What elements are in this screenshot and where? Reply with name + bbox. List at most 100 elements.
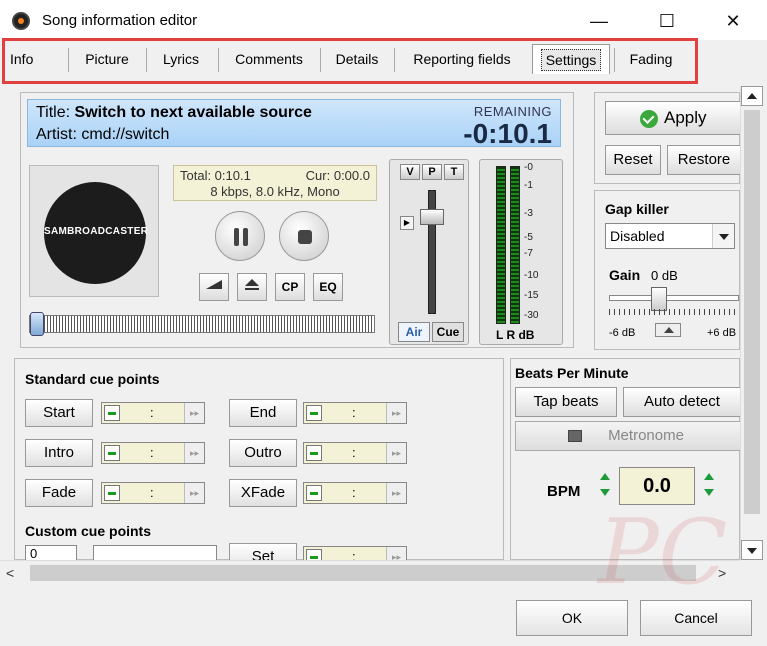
tap-beats-button[interactable]: Tap beats — [515, 387, 617, 417]
custom-cue-field[interactable]: : — [303, 546, 407, 560]
cue-end-field[interactable]: : — [303, 402, 407, 424]
go-to-cue-icon[interactable] — [386, 403, 406, 423]
scroll-right-icon[interactable]: > — [718, 565, 726, 581]
cue-outro-field[interactable]: : — [303, 442, 407, 464]
auto-detect-button[interactable]: Auto detect — [623, 387, 740, 417]
custom-cue-select[interactable]: 0 — [25, 545, 77, 560]
stop-icon — [298, 230, 312, 244]
meter-tick: -0 — [524, 162, 533, 173]
scroll-left-icon[interactable]: < — [6, 565, 14, 581]
cue-led-icon — [104, 485, 120, 501]
current-time: Cur: 0:00.0 — [305, 168, 370, 183]
scroll-up-icon[interactable] — [741, 86, 763, 106]
gain-slider-thumb[interactable] — [651, 287, 667, 311]
volume-panel: V P T ▶ Air Cue — [389, 159, 469, 345]
fade-button[interactable] — [199, 273, 229, 301]
sam-broadcaster-icon — [12, 12, 30, 30]
chevron-down-icon[interactable] — [712, 224, 734, 248]
cue-end-button[interactable]: End — [229, 399, 297, 427]
tab-info[interactable]: Info — [4, 44, 64, 74]
cue-fade-field[interactable]: : — [101, 482, 205, 504]
go-to-cue-icon[interactable] — [184, 483, 204, 503]
metronome-button[interactable]: Metronome — [515, 421, 740, 451]
bpm-spin-icon[interactable] — [703, 473, 715, 499]
seek-thumb[interactable] — [30, 312, 44, 336]
equalizer-button[interactable]: EQ — [313, 273, 343, 301]
horizontal-scrollbar[interactable]: < > — [0, 560, 740, 584]
bpm-spin-icon[interactable] — [599, 473, 611, 499]
custom-cue-set-button[interactable]: Set — [229, 543, 297, 560]
go-to-cue-icon[interactable] — [386, 547, 406, 560]
cue-intro-button[interactable]: Intro — [25, 439, 93, 467]
meter-tick: -15 — [524, 290, 539, 301]
vertical-scroll-thumb[interactable] — [744, 110, 760, 514]
cue-start-field[interactable]: : — [101, 402, 205, 424]
custom-cue-name-input[interactable] — [93, 545, 217, 560]
air-button[interactable]: Air — [398, 322, 430, 342]
remaining-label: REMAINING — [473, 104, 552, 119]
horizontal-scroll-thumb[interactable] — [30, 565, 696, 581]
minimize-button[interactable]: — — [576, 8, 622, 34]
cue-points-panel: Standard cue points Start : End : Intro … — [14, 358, 504, 560]
apply-button[interactable]: Apply — [605, 101, 740, 135]
cue-xfade-button[interactable]: XFade — [229, 479, 297, 507]
cue-fade-button[interactable]: Fade — [25, 479, 93, 507]
go-to-cue-icon[interactable] — [184, 403, 204, 423]
go-to-cue-icon[interactable] — [386, 443, 406, 463]
stop-button[interactable] — [279, 211, 329, 261]
t-button[interactable]: T — [444, 164, 464, 180]
cue-intro-field[interactable]: : — [101, 442, 205, 464]
gap-killer-select[interactable]: Disabled — [605, 223, 735, 249]
gain-slider-track[interactable] — [609, 295, 739, 301]
cue-button[interactable]: Cue — [432, 322, 464, 342]
cue-outro-button[interactable]: Outro — [229, 439, 297, 467]
ok-button[interactable]: OK — [516, 600, 628, 636]
pause-button[interactable] — [215, 211, 265, 261]
bpm-value-field[interactable]: 0.0 — [619, 467, 695, 505]
left-channel-meter — [496, 166, 506, 324]
close-button[interactable]: ✕ — [710, 8, 756, 34]
title-line: Title: Switch to next available source — [36, 104, 312, 121]
dialog-footer: OK Cancel — [0, 586, 767, 646]
bpm-panel: Beats Per Minute Tap beats Auto detect M… — [510, 358, 740, 560]
tab-separator — [394, 48, 395, 72]
tab-reporting-fields[interactable]: Reporting fields — [396, 44, 528, 74]
gain-value: 0 dB — [651, 268, 678, 283]
reset-button[interactable]: Reset — [605, 145, 661, 175]
p-button[interactable]: P — [422, 164, 442, 180]
meter-tick: -10 — [524, 270, 539, 281]
volume-slider-thumb[interactable] — [420, 209, 444, 225]
tab-fading[interactable]: Fading — [616, 44, 686, 74]
tab-lyrics[interactable]: Lyrics — [148, 44, 214, 74]
cue-led-icon — [104, 445, 120, 461]
cue-led-icon — [306, 485, 322, 501]
tab-details[interactable]: Details — [322, 44, 392, 74]
eject-button[interactable] — [237, 273, 267, 301]
check-icon — [640, 110, 658, 128]
tab-settings[interactable]: Settings — [532, 44, 610, 74]
cancel-button[interactable]: Cancel — [640, 600, 752, 636]
maximize-button[interactable]: ☐ — [644, 8, 690, 34]
seek-slider[interactable] — [29, 312, 375, 336]
level-meter: -0 -1 -3 -5 -7 -10 -15 -30 L R dB — [479, 159, 563, 345]
cue-xfade-field[interactable]: : — [303, 482, 407, 504]
fade-ramp-icon — [206, 280, 222, 289]
scroll-down-icon[interactable] — [741, 540, 763, 560]
now-playing-box: Title: Switch to next available source A… — [27, 99, 561, 149]
cue-start-button[interactable]: Start — [25, 399, 93, 427]
meter-tick: -7 — [524, 248, 533, 259]
tab-comments[interactable]: Comments — [220, 44, 318, 74]
v-button[interactable]: V — [400, 164, 420, 180]
vertical-scrollbar[interactable] — [740, 86, 763, 560]
album-art: SAMBROADCASTER — [29, 165, 159, 297]
tab-picture[interactable]: Picture — [70, 44, 144, 74]
sam-broadcaster-logo: SAMBROADCASTER — [44, 182, 148, 284]
tab-separator — [218, 48, 219, 72]
go-to-cue-icon[interactable] — [386, 483, 406, 503]
cue-points-button[interactable]: CP — [275, 273, 305, 301]
audio-format: 8 kbps, 8.0 kHz, Mono — [210, 184, 340, 199]
go-to-cue-icon[interactable] — [184, 443, 204, 463]
gain-center-button[interactable] — [655, 323, 681, 337]
restore-button[interactable]: Restore — [667, 145, 740, 175]
volume-arrow-icon: ▶ — [400, 216, 414, 230]
